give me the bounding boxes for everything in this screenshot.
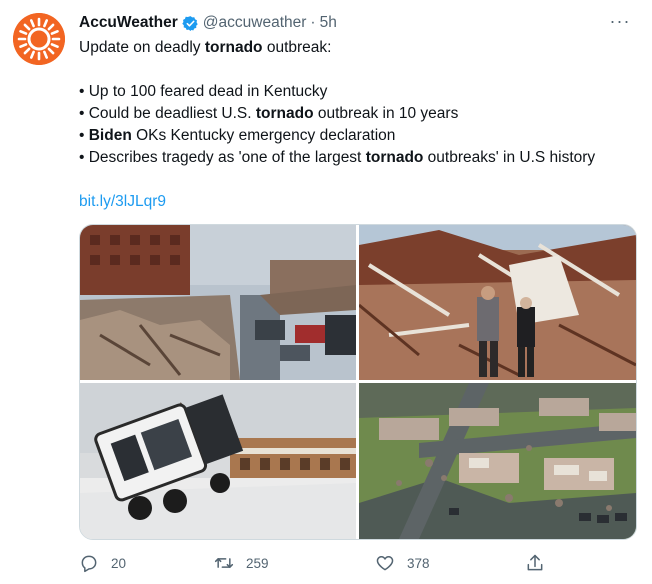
retweet-count: 259 [246, 555, 269, 571]
sun-logo-icon [13, 13, 65, 65]
reply-button[interactable]: 20 [79, 548, 126, 578]
tweet-link[interactable]: bit.ly/3lJLqr9 [79, 193, 166, 210]
tweet-lines: Update on deadly tornado outbreak: • Up t… [79, 37, 640, 191]
share-button[interactable] [525, 548, 557, 578]
photo-collapsed-house-icon [359, 225, 636, 380]
tweet-bold-text: tornado [365, 149, 424, 166]
retweet-button[interactable]: 259 [214, 548, 269, 578]
like-button[interactable]: 378 [375, 548, 430, 578]
tweet-text: Update on deadly tornado outbreak: • Up t… [79, 37, 640, 213]
tweet-actions: 20 259 378 [79, 548, 549, 578]
tweet-line: • Up to 100 feared dead in Kentucky [79, 81, 640, 103]
heart-icon [376, 555, 394, 571]
separator-dot: · [310, 14, 316, 31]
author-handle[interactable]: @accuweather [203, 14, 307, 32]
share-icon [527, 554, 543, 571]
author-name[interactable]: AccuWeather [79, 14, 178, 32]
reply-icon [81, 555, 97, 573]
retweet-icon [214, 558, 234, 568]
tweet-header: AccuWeather @accuweather · 5h ··· [79, 12, 632, 34]
tweet-text-segment: outbreak: [262, 39, 332, 56]
tweet-line: Update on deadly tornado outbreak: [79, 37, 640, 59]
photo-aerial-damage[interactable] [359, 383, 636, 539]
tweet-line-gap [79, 169, 640, 191]
media-grid[interactable] [79, 224, 637, 540]
photo-street-debris[interactable] [80, 225, 356, 380]
tweet-text-segment: • Up to 100 feared dead in Kentucky [79, 83, 328, 100]
more-options-button[interactable]: ··· [608, 12, 632, 34]
tweet-text-segment: • Describes tragedy as 'one of the large… [79, 149, 366, 166]
tweet-text-segment: Update on deadly [79, 39, 205, 56]
avatar[interactable] [13, 13, 65, 65]
tweet-line: • Describes tragedy as 'one of the large… [79, 147, 640, 169]
tweet-line: • Biden OKs Kentucky emergency declarati… [79, 125, 640, 147]
tweet-line: • Could be deadliest U.S. tornado outbre… [79, 103, 640, 125]
tweet-text-segment: • Could be deadliest U.S. [79, 105, 256, 122]
tweet-bold-text: tornado [204, 39, 263, 56]
tweet-time[interactable]: 5h [320, 14, 337, 32]
reply-count: 20 [111, 555, 127, 571]
tweet-text-segment: outbreak in 10 years [313, 105, 459, 122]
tweet-bold-text: Biden [88, 127, 132, 144]
tweet-text-segment: outbreaks' in U.S history [423, 149, 596, 166]
photo-overturned-truck-icon [80, 383, 356, 539]
tweet-bold-text: tornado [255, 105, 314, 122]
tweet-text-segment: OKs Kentucky emergency declaration [131, 127, 396, 144]
tweet-line-gap [79, 59, 640, 81]
like-count: 378 [407, 555, 430, 571]
photo-overturned-truck[interactable] [80, 383, 356, 539]
tweet-text-segment: • [79, 127, 89, 144]
photo-collapsed-house[interactable] [359, 225, 636, 380]
verified-badge-icon [182, 15, 198, 31]
photo-aerial-damage-icon [359, 383, 636, 539]
photo-street-debris-icon [80, 225, 356, 380]
